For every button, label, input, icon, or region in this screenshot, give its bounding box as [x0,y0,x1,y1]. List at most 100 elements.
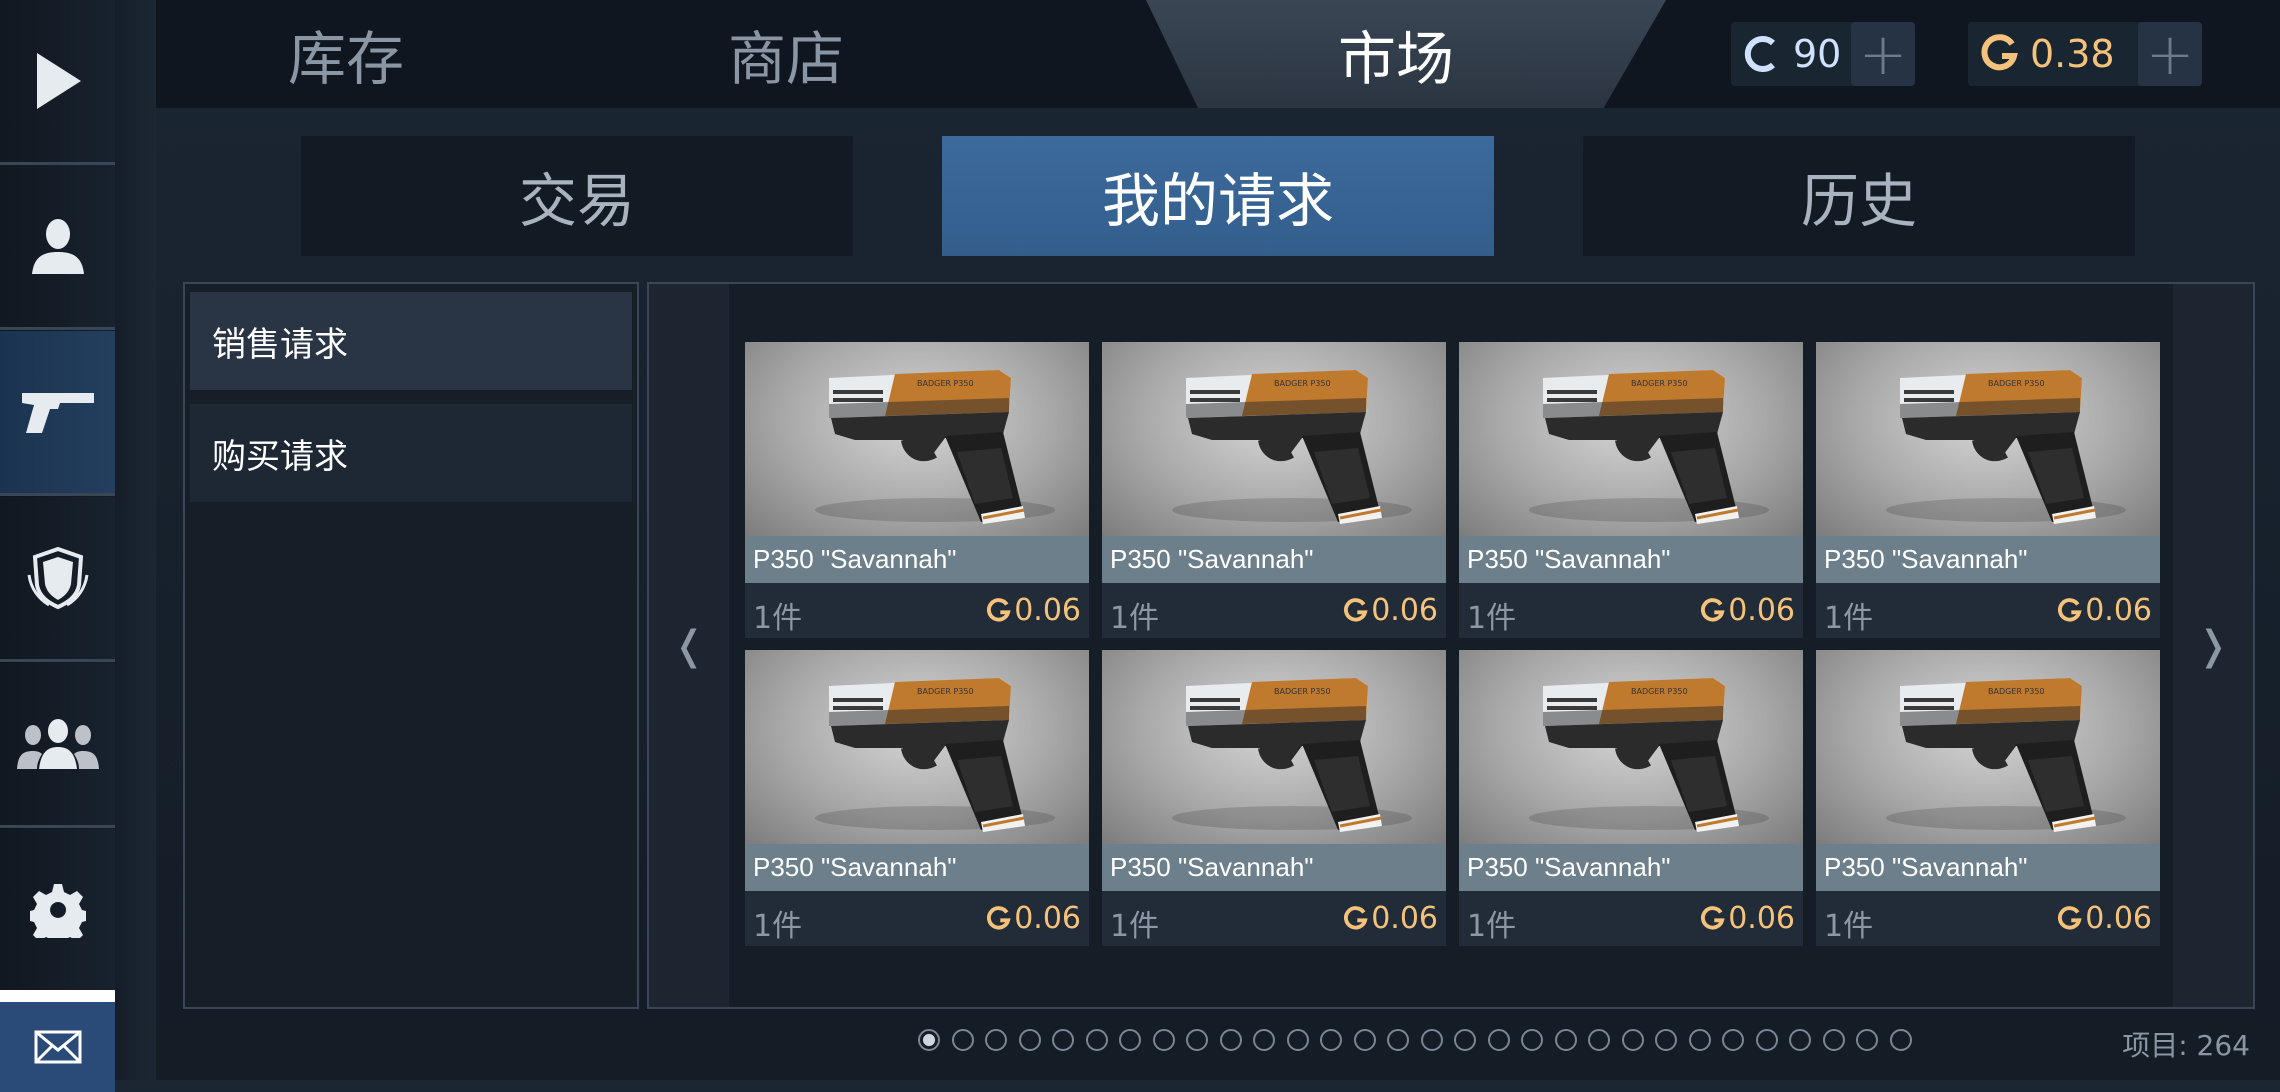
next-page-button[interactable]: ❭ [2173,284,2253,1007]
page-dot[interactable] [1018,1029,1041,1051]
gear-icon [29,884,86,938]
item-card[interactable]: BADGER P350 P350 "Savannah" 1件 0.06 [1102,342,1446,638]
pistol-image-icon: BADGER P350 [1886,678,2126,832]
item-price-value: 0.06 [1728,901,1795,936]
page-dot[interactable] [1085,1029,1108,1051]
gold-coin-icon [1701,597,1725,622]
item-card[interactable]: BADGER P350 P350 "Savannah" 1件 0.06 [745,650,1089,946]
nav-friends[interactable] [0,663,115,828]
item-card[interactable]: BADGER P350 P350 "Savannah" 1件 0.06 [1816,650,2160,946]
nav-mail[interactable] [0,990,115,1092]
item-image: BADGER P350 [1102,650,1446,844]
add-gold-button[interactable]: + [2138,22,2202,86]
page-dot[interactable] [1320,1029,1342,1051]
item-name: P350 "Savannah" [1459,536,1803,583]
buy-requests-item[interactable]: 购买请求 [190,404,632,502]
item-footer: 1件 0.06 [1816,583,2160,638]
page-dot[interactable] [1521,1029,1543,1051]
nav-clan[interactable] [0,497,115,662]
gold-balance: 0.38 + [1968,22,2202,86]
page-dot[interactable] [1420,1029,1443,1051]
page-dot[interactable] [1588,1029,1610,1051]
item-price: 0.06 [1700,901,1795,936]
gold-coin-icon [1344,597,1368,622]
svg-text:BADGER P350: BADGER P350 [1274,379,1331,388]
profile-icon [31,219,84,274]
tab-shop[interactable]: 商店 [636,0,936,108]
item-card[interactable]: BADGER P350 P350 "Savannah" 1件 0.06 [1816,342,2160,638]
tab-inventory[interactable]: 库存 [196,0,496,108]
sell-requests-item[interactable]: 销售请求 [190,292,632,390]
item-price: 0.06 [1343,593,1438,628]
page-dot[interactable] [1353,1029,1376,1051]
page-dot[interactable] [1219,1029,1242,1051]
nav-play[interactable] [0,0,115,165]
page-dot[interactable] [1387,1029,1409,1051]
svg-text:BADGER P350: BADGER P350 [1631,379,1688,388]
page-dot[interactable] [1856,1029,1878,1051]
nav-profile[interactable] [0,165,115,330]
page-dot[interactable] [1822,1029,1845,1051]
subtab-history[interactable]: 历史 [1583,136,2135,256]
page-dot[interactable] [1152,1029,1175,1051]
add-silver-button[interactable]: + [1851,22,1915,86]
mail-icon [34,1030,81,1064]
item-price-value: 0.06 [1371,593,1438,628]
gold-coin-icon [1701,905,1725,930]
page-dot[interactable] [918,1029,940,1051]
silver-coin-icon [1744,36,1776,72]
page-dot[interactable] [1722,1029,1744,1051]
nav-settings[interactable] [0,829,115,994]
page-dot[interactable] [1688,1029,1711,1051]
page-dot[interactable] [1286,1029,1309,1051]
pistol-image-icon: BADGER P350 [815,678,1055,832]
item-card[interactable]: BADGER P350 P350 "Savannah" 1件 0.06 [745,342,1089,638]
svg-text:BADGER P350: BADGER P350 [1988,379,2045,388]
item-quantity: 1件 [1467,909,1517,944]
item-footer: 1件 0.06 [1102,583,1446,638]
pistol-image-icon: BADGER P350 [1529,370,1769,524]
page-dot[interactable] [1052,1029,1074,1051]
request-type-panel: 销售请求 购买请求 [183,282,639,1009]
item-card[interactable]: BADGER P350 P350 "Savannah" 1件 0.06 [1459,650,1803,946]
page-dot[interactable] [1621,1029,1644,1051]
play-icon [36,53,81,109]
item-quantity: 1件 [753,909,803,944]
page-dot[interactable] [1755,1029,1778,1051]
item-quantity: 1件 [1467,601,1517,636]
item-image: BADGER P350 [745,650,1089,844]
page-dot[interactable] [1454,1029,1476,1051]
gold-coin-icon [987,597,1011,622]
item-price-value: 0.06 [2085,593,2152,628]
item-image: BADGER P350 [1459,342,1803,536]
item-price: 0.06 [2057,593,2152,628]
gold-coin-icon [2058,905,2082,930]
page-dot[interactable] [985,1029,1007,1051]
page-dot[interactable] [1119,1029,1141,1051]
page-dot[interactable] [1253,1029,1275,1051]
page-dot[interactable] [1186,1029,1208,1051]
subtab-trade[interactable]: 交易 [301,136,853,256]
page-dot[interactable] [951,1029,974,1051]
nav-weapons[interactable] [0,331,115,496]
item-footer: 1件 0.06 [1816,891,2160,946]
item-price: 0.06 [986,901,1081,936]
prev-page-button[interactable]: ❬ [649,284,729,1007]
page-dot[interactable] [1889,1029,1912,1051]
page-dot[interactable] [1554,1029,1577,1051]
svg-text:BADGER P350: BADGER P350 [917,379,974,388]
pistol-image-icon: BADGER P350 [1172,370,1412,524]
item-image: BADGER P350 [1459,650,1803,844]
item-card[interactable]: BADGER P350 P350 "Savannah" 1件 0.06 [1459,342,1803,638]
silver-balance-value: 90 [1793,32,1842,76]
item-card[interactable]: BADGER P350 P350 "Savannah" 1件 0.06 [1102,650,1446,946]
page-dot[interactable] [1655,1029,1677,1051]
pistol-image-icon: BADGER P350 [815,370,1055,524]
item-quantity: 1件 [1824,909,1874,944]
item-price: 0.06 [1343,901,1438,936]
gold-balance-value: 0.38 [2030,32,2115,76]
page-dot[interactable] [1487,1029,1510,1051]
tab-market[interactable]: 市场 [1246,0,1546,108]
subtab-my-requests[interactable]: 我的请求 [942,136,1494,256]
page-dot[interactable] [1789,1029,1811,1051]
